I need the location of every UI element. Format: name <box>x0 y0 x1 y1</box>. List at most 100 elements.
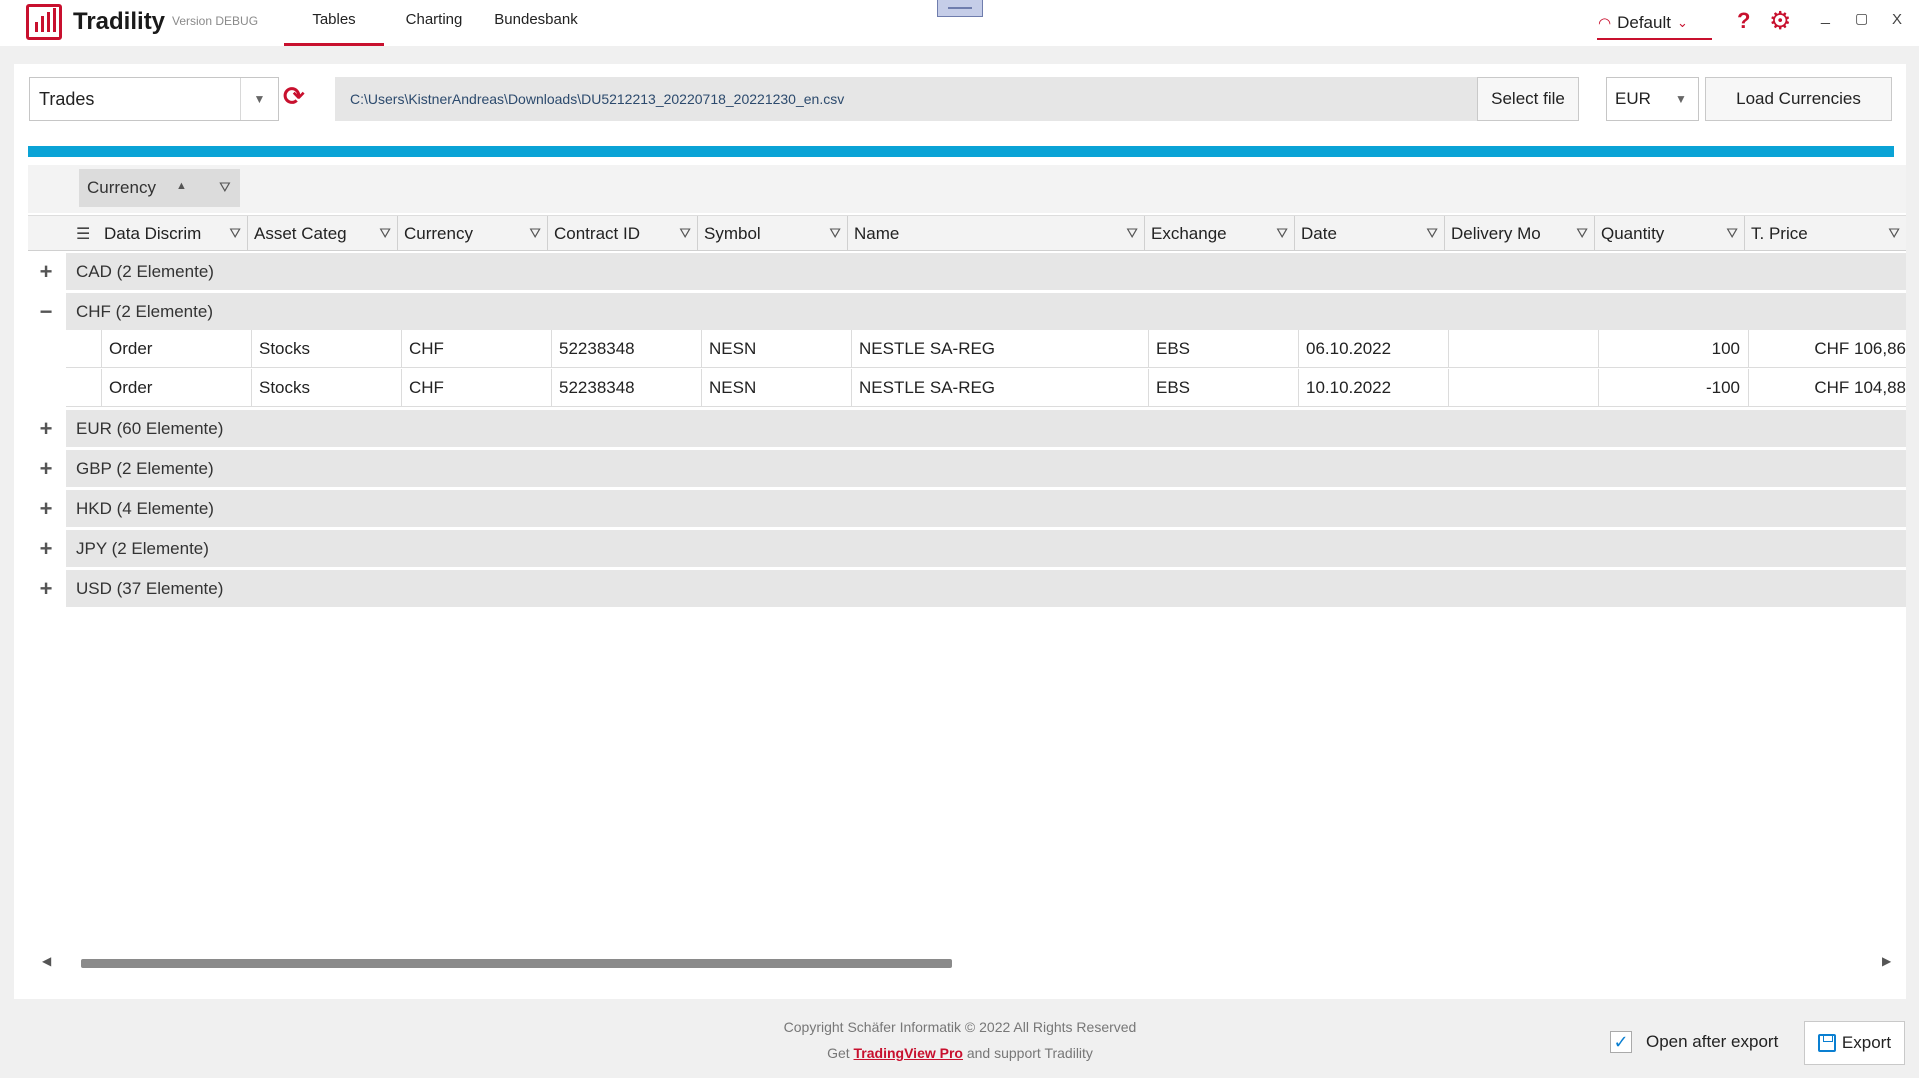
column-header-contract-id[interactable]: Contract ID ⛛ <box>548 216 698 251</box>
settings-gear-icon[interactable]: ⚙ <box>1769 6 1791 36</box>
expand-icon[interactable]: + <box>28 570 64 607</box>
group-row-jpy[interactable]: + JPY (2 Elemente) <box>28 530 1906 567</box>
column-header-delivery-month[interactable]: Delivery Mo ⛛ <box>1445 216 1595 251</box>
group-row-hkd[interactable]: + HKD (4 Elemente) <box>28 490 1906 527</box>
filter-icon[interactable]: ⛛ <box>526 225 541 242</box>
support-text: Get TradingView Pro and support Tradilit… <box>827 1045 1093 1061</box>
group-row-eur[interactable]: + EUR (60 Elemente) <box>28 410 1906 447</box>
tab-charting[interactable]: Charting <box>392 0 476 46</box>
column-header-name[interactable]: Name ⛛ <box>848 216 1145 251</box>
copyright-text: Copyright Schäfer Informatik © 2022 All … <box>783 1019 1137 1035</box>
export-button[interactable]: Export <box>1804 1021 1905 1065</box>
column-chooser-icon[interactable]: ☰ <box>76 224 90 244</box>
group-label[interactable]: USD (37 Elemente) <box>66 570 1906 607</box>
group-chip-currency[interactable]: Currency ▲ ⛛ <box>79 169 240 207</box>
expand-icon[interactable]: + <box>28 410 64 447</box>
group-row-usd[interactable]: + USD (37 Elemente) <box>28 570 1906 607</box>
cell-data-discrim[interactable]: Order <box>102 330 252 368</box>
scroll-right-icon[interactable]: ▶ <box>1882 954 1891 968</box>
cell-t-price[interactable]: CHF 106,86 <box>1749 330 1906 368</box>
filter-icon[interactable]: ⛛ <box>1123 225 1138 242</box>
column-header-asset-category[interactable]: Asset Categ ⛛ <box>248 216 398 251</box>
group-row-gbp[interactable]: + GBP (2 Elemente) <box>28 450 1906 487</box>
filter-icon[interactable]: ⛛ <box>1885 225 1900 242</box>
expand-icon[interactable]: + <box>28 530 64 567</box>
filter-icon[interactable]: ⛛ <box>1273 225 1288 242</box>
group-by-panel: Currency ▲ ⛛ <box>28 165 1906 213</box>
help-icon[interactable]: ? <box>1737 8 1750 34</box>
sort-ascending-icon[interactable]: ▲ <box>176 180 187 192</box>
column-header-currency[interactable]: Currency ⛛ <box>398 216 548 251</box>
cell-delivery-month[interactable] <box>1449 369 1599 407</box>
filter-icon[interactable]: ⛛ <box>1723 225 1738 242</box>
close-button[interactable]: X <box>1892 11 1902 28</box>
cell-quantity[interactable]: -100 <box>1599 369 1749 407</box>
group-row-chf[interactable]: − CHF (2 Elemente) <box>28 293 1906 330</box>
cell-asset-category[interactable]: Stocks <box>252 369 402 407</box>
cell-data-discrim[interactable]: Order <box>102 369 252 407</box>
cell-symbol[interactable]: NESN <box>702 330 852 368</box>
filter-icon[interactable]: ⛛ <box>676 225 691 242</box>
file-path-field[interactable]: C:\Users\KistnerAndreas\Downloads\DU5212… <box>335 77 1491 121</box>
expand-icon[interactable]: + <box>28 490 64 527</box>
maximize-button[interactable]: ▢ <box>1855 10 1868 27</box>
tab-tables[interactable]: Tables <box>284 0 384 46</box>
cell-currency[interactable]: CHF <box>402 330 552 368</box>
row-indicator <box>66 330 102 368</box>
cell-contract-id[interactable]: 52238348 <box>552 330 702 368</box>
table-row[interactable]: Order Stocks CHF 52238348 NESN NESTLE SA… <box>66 369 1906 407</box>
group-label[interactable]: JPY (2 Elemente) <box>66 530 1906 567</box>
filter-icon[interactable]: ⛛ <box>219 179 231 196</box>
group-row-cad[interactable]: + CAD (2 Elemente) <box>28 253 1906 290</box>
cell-date[interactable]: 10.10.2022 <box>1299 369 1449 407</box>
horizontal-scrollbar[interactable]: ◀ ▶ <box>28 954 1906 970</box>
column-header-t-price[interactable]: T. Price ⛛ <box>1745 216 1906 251</box>
app-logo-icon <box>26 4 62 40</box>
cell-delivery-month[interactable] <box>1449 330 1599 368</box>
filter-icon[interactable]: ⛛ <box>1423 225 1438 242</box>
filter-icon[interactable]: ⛛ <box>376 225 391 242</box>
cell-asset-category[interactable]: Stocks <box>252 330 402 368</box>
column-header-quantity[interactable]: Quantity ⛛ <box>1595 216 1745 251</box>
profile-dropdown[interactable]: ◠ Default ⌄ <box>1597 8 1712 40</box>
column-header-data-discrim[interactable]: Data Discrim ⛛ <box>98 216 248 251</box>
expand-icon[interactable]: + <box>28 450 64 487</box>
scrollbar-thumb[interactable] <box>81 959 952 968</box>
currency-select[interactable]: EUR ▼ <box>1606 77 1699 121</box>
cell-contract-id[interactable]: 52238348 <box>552 369 702 407</box>
filter-icon[interactable]: ⛛ <box>1573 225 1588 242</box>
tradingview-pro-link[interactable]: TradingView Pro <box>854 1045 963 1061</box>
cell-t-price[interactable]: CHF 104,88 <box>1749 369 1906 407</box>
group-label[interactable]: CHF (2 Elemente) <box>66 293 1906 330</box>
group-label[interactable]: EUR (60 Elemente) <box>66 410 1906 447</box>
cell-exchange[interactable]: EBS <box>1149 369 1299 407</box>
expand-icon[interactable]: + <box>28 253 64 290</box>
open-after-export-checkbox[interactable]: ✓ Open after export <box>1610 1031 1778 1053</box>
load-currencies-button[interactable]: Load Currencies <box>1705 77 1892 121</box>
table-row[interactable]: Order Stocks CHF 52238348 NESN NESTLE SA… <box>66 330 1906 368</box>
cell-symbol[interactable]: NESN <box>702 369 852 407</box>
scroll-left-icon[interactable]: ◀ <box>42 954 51 968</box>
table-type-select[interactable]: Trades ▼ <box>29 77 279 121</box>
drag-handle[interactable] <box>937 0 983 17</box>
refresh-icon[interactable]: ⟳ <box>283 81 305 112</box>
group-label[interactable]: CAD (2 Elemente) <box>66 253 1906 290</box>
group-label[interactable]: GBP (2 Elemente) <box>66 450 1906 487</box>
checkbox-checked-icon[interactable]: ✓ <box>1610 1031 1632 1053</box>
column-header-date[interactable]: Date ⛛ <box>1295 216 1445 251</box>
cell-name[interactable]: NESTLE SA-REG <box>852 330 1149 368</box>
select-file-button[interactable]: Select file <box>1477 77 1579 121</box>
cell-name[interactable]: NESTLE SA-REG <box>852 369 1149 407</box>
filter-icon[interactable]: ⛛ <box>826 225 841 242</box>
filter-icon[interactable]: ⛛ <box>226 225 241 242</box>
cell-exchange[interactable]: EBS <box>1149 330 1299 368</box>
group-label[interactable]: HKD (4 Elemente) <box>66 490 1906 527</box>
cell-quantity[interactable]: 100 <box>1599 330 1749 368</box>
tab-bundesbank[interactable]: Bundesbank <box>484 0 588 46</box>
column-header-exchange[interactable]: Exchange ⛛ <box>1145 216 1295 251</box>
cell-date[interactable]: 06.10.2022 <box>1299 330 1449 368</box>
minimize-button[interactable]: _ <box>1821 8 1830 26</box>
cell-currency[interactable]: CHF <box>402 369 552 407</box>
collapse-icon[interactable]: − <box>28 293 64 330</box>
column-header-symbol[interactable]: Symbol ⛛ <box>698 216 848 251</box>
